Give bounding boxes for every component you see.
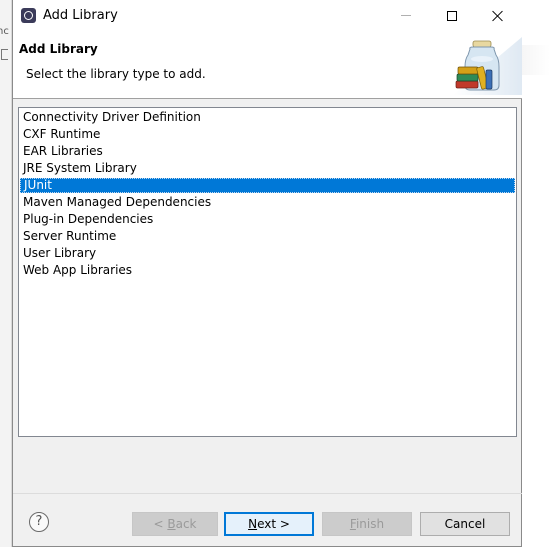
close-button[interactable] [475,0,521,31]
library-type-item[interactable]: EAR Libraries [20,144,515,159]
finish-button-label: inish [355,517,385,531]
minimize-button[interactable] [383,0,429,31]
maximize-icon [447,10,457,21]
back-button[interactable]: < Back [132,512,218,536]
minimize-icon [401,15,411,16]
cancel-button[interactable]: Cancel [420,512,510,536]
cancel-button-label: Cancel [444,517,486,531]
next-button-label: ext > [257,517,290,531]
help-icon: ? [35,514,43,529]
library-type-list[interactable]: Connectivity Driver Definition CXF Runtim… [18,107,517,437]
next-button[interactable]: Next > [224,512,314,536]
add-library-dialog: Add Library Add Library Select the libra… [12,0,522,547]
eclipse-app-icon [21,8,36,23]
close-icon [492,10,504,22]
wizard-title: Add Library [19,42,98,56]
library-type-item[interactable]: Connectivity Driver Definition [20,110,515,125]
maximize-button[interactable] [429,0,475,31]
window-title: Add Library [43,8,118,23]
library-type-item[interactable]: Maven Managed Dependencies [20,195,515,210]
next-button-mnemonic: N [248,517,258,531]
back-button-mnemonic: B [167,517,176,531]
back-button-label: ack [175,517,197,531]
jar-library-icon [453,37,522,95]
button-bar-separator [13,493,522,494]
library-type-item[interactable]: User Library [20,246,515,261]
background-text-fragment: nc [0,26,9,37]
help-button[interactable]: ? [29,512,49,532]
library-type-item[interactable]: CXF Runtime [20,127,515,142]
background-editor-strip: nc [0,0,12,547]
library-type-item[interactable]: JUnit [20,178,515,193]
back-button-prefix: < [153,517,168,531]
wizard-message: Select the library type to add. [26,67,206,81]
wizard-header: Add Library Select the library type to a… [13,31,522,99]
title-bar[interactable]: Add Library [13,0,522,31]
library-type-item[interactable]: Web App Libraries [20,263,515,278]
background-bracket-shape [1,49,8,60]
library-type-item[interactable]: Server Runtime [20,229,515,244]
finish-button[interactable]: Finish [322,512,412,536]
library-type-item[interactable]: JRE System Library [20,161,515,176]
library-type-item[interactable]: Plug-in Dependencies [20,212,515,227]
background-right-strip [522,0,550,547]
